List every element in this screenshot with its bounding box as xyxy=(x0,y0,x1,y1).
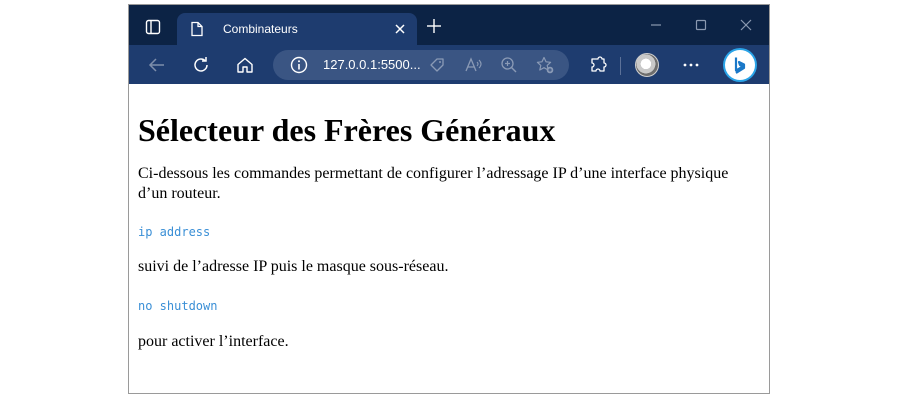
toolbar-divider xyxy=(620,57,621,75)
bing-copilot-icon[interactable] xyxy=(725,50,755,80)
page-content: Sélecteur des Frères Généraux Ci-dessous… xyxy=(129,84,769,393)
extensions-icon[interactable] xyxy=(588,55,608,75)
page-title: Sélecteur des Frères Généraux xyxy=(138,112,556,148)
add-favorite-icon[interactable] xyxy=(535,55,555,75)
maximize-icon[interactable] xyxy=(693,17,709,33)
url-text: 127.0.0.1:5500... xyxy=(323,57,421,72)
close-tab-icon[interactable] xyxy=(393,22,407,36)
intro-paragraph: Ci-dessous les commandes permettant de c… xyxy=(138,165,729,202)
zoom-icon[interactable] xyxy=(499,55,519,75)
more-options-icon[interactable] xyxy=(681,55,701,75)
refresh-icon[interactable] xyxy=(191,55,211,75)
tab-title: Combinateurs xyxy=(223,22,298,36)
command-ip-address: ip address xyxy=(138,225,211,239)
home-icon[interactable] xyxy=(235,55,255,75)
close-window-icon[interactable] xyxy=(738,17,754,33)
back-icon[interactable] xyxy=(147,55,167,75)
command-no-shutdown: no shutdown xyxy=(138,299,218,313)
browser-window: Combinateurs 127.0.0.1:5500... Sélecteur… xyxy=(128,4,770,394)
profile-avatar[interactable] xyxy=(635,53,659,77)
document-icon xyxy=(189,21,205,37)
command-2-description: pour activer l’interface. xyxy=(138,333,289,350)
minimize-icon[interactable] xyxy=(648,17,664,33)
address-bar[interactable]: 127.0.0.1:5500... xyxy=(273,50,569,80)
new-tab-icon[interactable] xyxy=(425,17,443,35)
tab-actions-icon[interactable] xyxy=(139,15,167,39)
command-1-description: suivi de l’adresse IP puis le masque sou… xyxy=(138,258,449,275)
info-icon[interactable] xyxy=(289,55,309,75)
title-bar: Combinateurs xyxy=(129,5,769,45)
tab-active[interactable]: Combinateurs xyxy=(177,13,417,45)
read-aloud-icon[interactable] xyxy=(463,55,483,75)
browser-toolbar: 127.0.0.1:5500... xyxy=(129,45,769,84)
tag-icon[interactable] xyxy=(427,55,447,75)
